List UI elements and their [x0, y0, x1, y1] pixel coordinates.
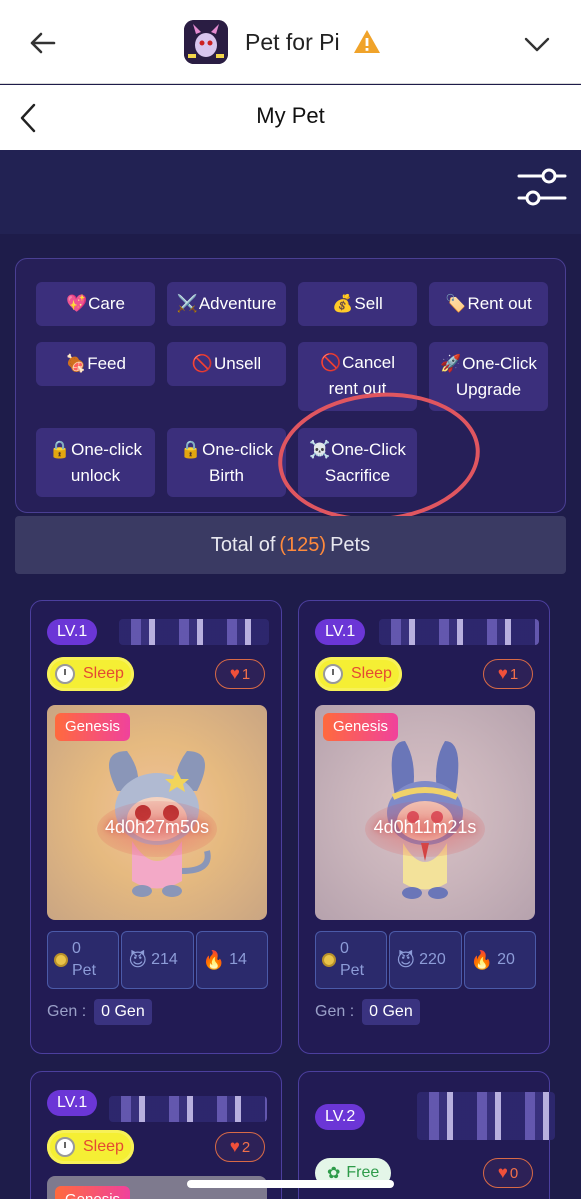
one-click-upgrade-button[interactable]: 🚀One-Click Upgrade — [429, 342, 548, 411]
home-indicator[interactable] — [187, 1180, 394, 1188]
heart-icon: ♥ — [229, 664, 240, 683]
heart-icon: ♥ — [229, 1137, 240, 1156]
likes-badge[interactable]: ♥ 1 — [215, 659, 265, 689]
app-title-group: Pet for Pi — [184, 20, 382, 64]
action-buttons-panel: 💖 Care ⚔️ Adventure 💰 Sell 🏷️ Rent out 🍖 Feed… — [15, 258, 566, 513]
level-badge: LV.1 — [47, 1090, 98, 1116]
level-badge: LV.1 — [47, 619, 98, 645]
pet-balance-stat: 0 Pet — [315, 931, 388, 989]
rent-out-button[interactable]: 🏷️ Rent out — [429, 282, 548, 326]
pet-stats: 0 Pet 😈 220 🔥 20 — [315, 931, 536, 989]
pet-image[interactable]: Genesis 4d0h11m21s — [315, 705, 535, 920]
adventure-button[interactable]: ⚔️ Adventure — [167, 282, 286, 326]
clock-icon — [55, 1137, 75, 1157]
care-button[interactable]: 💖 Care — [36, 282, 155, 326]
app-top-bar: Pet for Pi — [0, 0, 581, 84]
warning-icon[interactable] — [352, 27, 382, 57]
pixelated-pet-name — [379, 619, 539, 645]
chevron-down-icon[interactable] — [523, 30, 551, 58]
app-title: Pet for Pi — [245, 28, 340, 55]
power-stat: 😈 220 — [389, 931, 462, 989]
feed-button[interactable]: 🍖 Feed — [36, 342, 155, 386]
genesis-badge: Genesis — [323, 713, 399, 741]
heart-icon: ♥ — [497, 1163, 508, 1182]
pet-image[interactable]: Genesis 4d0h27m50s — [47, 705, 267, 920]
clock-icon — [55, 664, 75, 684]
likes-badge[interactable]: ♥ 2 — [215, 1132, 265, 1162]
pet-card[interactable]: LV.1 Sleep ♥ 1 Genesis 4d0h11m21s 0 Pet 😈 2… — [298, 600, 550, 1054]
total-pets-bar: Total of (125) Pets — [15, 516, 566, 574]
one-click-unlock-button[interactable]: 🔒One-click unlock — [36, 428, 155, 497]
coin-icon — [322, 953, 336, 967]
pet-balance-stat: 0 Pet — [47, 931, 120, 989]
genesis-badge: Genesis — [55, 713, 131, 741]
back-arrow-icon[interactable] — [26, 26, 60, 60]
fire-icon: 🔥 — [470, 949, 494, 970]
page-title: My Pet — [256, 103, 325, 128]
pixelated-pet-name — [119, 619, 269, 645]
pet-app-icon — [184, 20, 228, 64]
status-badge: Sleep — [47, 1130, 134, 1164]
filter-sliders-icon[interactable] — [517, 166, 567, 208]
likes-badge[interactable]: ♥ 0 — [483, 1158, 533, 1188]
total-prefix: Total of — [210, 533, 276, 556]
pet-stats: 0 Pet 😈 214 🔥 14 — [47, 931, 268, 989]
clock-icon — [323, 664, 343, 684]
status-badge: Sleep — [47, 657, 134, 691]
one-click-birth-button[interactable]: 🔒One-click Birth — [167, 428, 286, 497]
genesis-badge: Genesis — [55, 1186, 131, 1199]
countdown-timer: 4d0h11m21s — [373, 817, 477, 837]
likes-badge[interactable]: ♥ 1 — [483, 659, 533, 689]
one-click-sacrifice-button[interactable]: ☠️One-Click Sacrifice — [298, 428, 417, 497]
page-header: My Pet — [0, 85, 581, 150]
heart-icon: ♥ — [497, 664, 508, 683]
content-header — [0, 150, 581, 234]
sell-button[interactable]: 💰 Sell — [298, 282, 417, 326]
pet-card[interactable]: LV.1 Sleep ♥ 1 Genesis 4d0h27m50s 0 Pet 😈 2… — [30, 600, 282, 1054]
generation-row: Gen :0 Gen — [47, 999, 152, 1025]
fire-icon: 🔥 — [202, 949, 226, 970]
unsell-button[interactable]: 🚫 Unsell — [167, 342, 286, 386]
level-badge: LV.2 — [315, 1104, 366, 1130]
cancel-rent-out-button[interactable]: 🚫Cancel rent out — [298, 342, 417, 411]
pixelated-pet-name — [417, 1092, 555, 1140]
total-suffix: Pets — [330, 533, 371, 556]
total-count: (125) — [279, 533, 327, 556]
power-stat: 😈 214 — [121, 931, 194, 989]
status-badge: Sleep — [315, 657, 402, 691]
pixelated-pet-name — [109, 1096, 267, 1122]
fire-stat: 🔥 14 — [195, 931, 268, 989]
generation-row: Gen :0 Gen — [315, 999, 420, 1025]
devil-icon: 😈 — [396, 949, 416, 970]
countdown-timer: 4d0h27m50s — [104, 817, 210, 837]
devil-icon: 😈 — [128, 949, 148, 970]
level-badge: LV.1 — [315, 619, 366, 645]
fire-stat: 🔥 20 — [463, 931, 536, 989]
coin-icon — [54, 953, 68, 967]
